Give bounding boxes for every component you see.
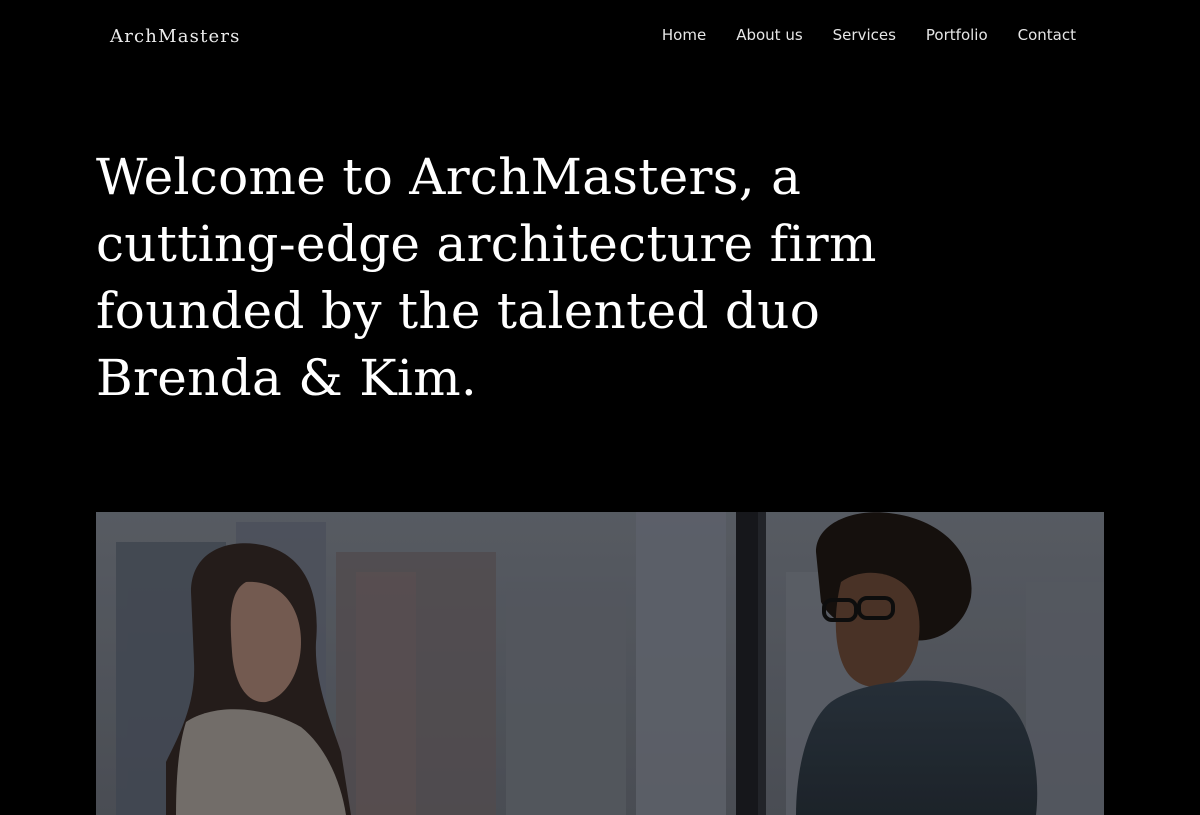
hero-heading: Welcome to ArchMasters, a cutting-edge a… xyxy=(96,148,877,407)
nav-link-about-us[interactable]: About us xyxy=(736,26,802,44)
site-header: ArchMasters Home About us Services Portf… xyxy=(0,0,1200,72)
hero-photo-illustration xyxy=(96,512,1104,815)
nav-link-contact[interactable]: Contact xyxy=(1018,26,1076,44)
nav-link-home[interactable]: Home xyxy=(662,26,706,44)
brand-logo[interactable]: ArchMasters xyxy=(110,26,241,47)
nav-link-services[interactable]: Services xyxy=(833,26,896,44)
nav-link-portfolio[interactable]: Portfolio xyxy=(926,26,988,44)
hero-photo xyxy=(96,512,1104,815)
main-nav: Home About us Services Portfolio Contact xyxy=(662,26,1076,44)
